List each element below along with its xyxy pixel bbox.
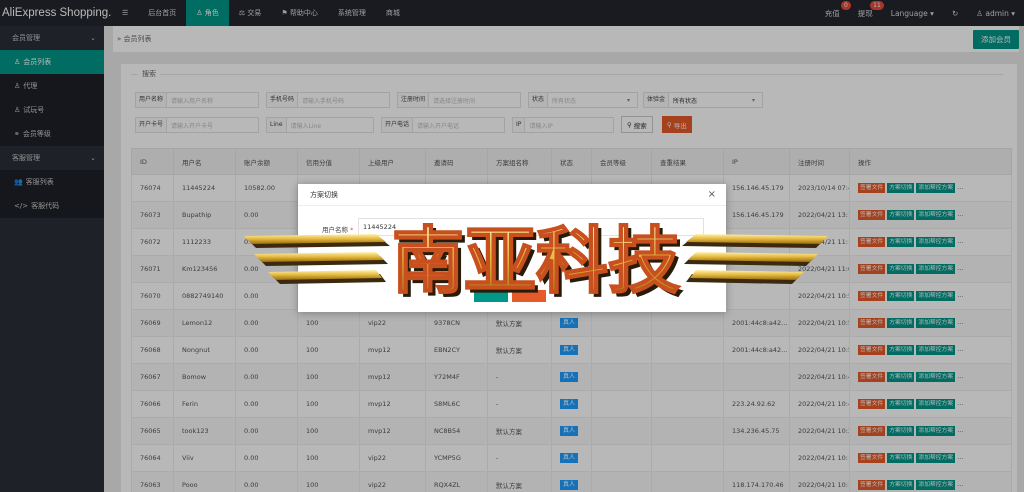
wing-right-icon xyxy=(682,234,828,284)
watermark-logo: 南亚科技 南亚科技 xyxy=(244,218,828,307)
modal-title: 方案切换 xyxy=(298,184,726,206)
close-icon[interactable]: × xyxy=(708,189,716,200)
wing-left-icon xyxy=(244,234,390,284)
watermark-text: 南亚科技 xyxy=(392,219,680,303)
